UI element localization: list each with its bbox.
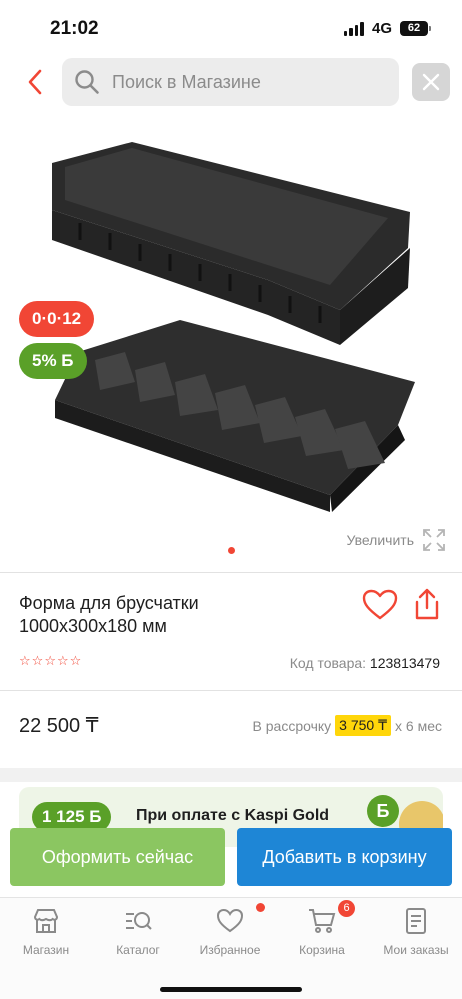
store-icon bbox=[33, 909, 59, 933]
cellular-signal-icon bbox=[343, 21, 364, 36]
home-indicator[interactable] bbox=[160, 987, 302, 992]
nav-label: Корзина bbox=[299, 943, 345, 957]
star-icon: ☆ bbox=[31, 653, 44, 668]
carousel-dot[interactable] bbox=[228, 547, 235, 554]
nav-label: Мои заказы bbox=[383, 943, 449, 957]
battery-icon: 62 bbox=[400, 21, 431, 36]
product-title-line1: Форма для брусчатки bbox=[19, 593, 199, 613]
divider bbox=[0, 572, 462, 573]
search-box[interactable] bbox=[62, 58, 399, 106]
search-input[interactable] bbox=[112, 58, 392, 106]
nav-label: Каталог bbox=[116, 943, 160, 957]
installment-info[interactable]: В рассрочку 3 750 ₸ х 6 мес bbox=[253, 715, 442, 736]
close-icon bbox=[422, 73, 440, 91]
star-icon: ☆ bbox=[19, 653, 31, 668]
expand-icon bbox=[423, 529, 445, 551]
star-icon: ☆ bbox=[69, 653, 82, 668]
nav-item-store[interactable]: Магазин bbox=[0, 906, 92, 957]
section-separator bbox=[0, 768, 462, 782]
installment-prefix: В рассрочку bbox=[252, 717, 332, 734]
nav-label: Избранное bbox=[199, 943, 261, 957]
bonus-badge: 5% Б bbox=[19, 343, 87, 379]
installment-suffix: х 6 мес bbox=[395, 717, 442, 734]
heart-icon bbox=[216, 908, 244, 933]
add-to-cart-button[interactable]: Добавить в корзину bbox=[237, 828, 452, 886]
rating-stars: ☆ ☆ ☆ ☆ ☆ bbox=[19, 654, 81, 668]
star-icon: ☆ bbox=[56, 653, 69, 668]
favorite-button[interactable] bbox=[362, 589, 398, 621]
share-button[interactable] bbox=[412, 587, 442, 621]
chevron-left-icon bbox=[28, 69, 42, 95]
share-icon bbox=[415, 588, 439, 620]
divider bbox=[0, 690, 462, 691]
back-button[interactable] bbox=[20, 66, 50, 98]
zoom-button[interactable]: Увеличить bbox=[346, 528, 446, 552]
product-image[interactable] bbox=[40, 120, 430, 520]
product-code-label: Код товара: bbox=[289, 655, 367, 671]
cart-count-badge: 6 bbox=[338, 900, 355, 917]
promo-text: При оплате с Kaspi Gold bbox=[136, 807, 330, 824]
status-indicators: 4G 62 bbox=[343, 20, 431, 37]
nav-item-catalog[interactable]: Каталог bbox=[92, 906, 184, 957]
orders-icon bbox=[406, 908, 426, 934]
network-type: 4G bbox=[371, 20, 392, 37]
star-icon: ☆ bbox=[44, 653, 56, 668]
status-bar: 21:02 4G 62 bbox=[0, 0, 462, 54]
catalog-search-icon bbox=[126, 912, 152, 930]
product-code: Код товара: 123813479 bbox=[290, 655, 440, 671]
nav-item-orders[interactable]: Мои заказы bbox=[370, 906, 462, 957]
favorites-notification-dot bbox=[256, 903, 265, 912]
bottom-nav: Магазин Каталог Избранное Корзина Мои за… bbox=[0, 897, 462, 999]
nav-item-cart[interactable]: Корзина bbox=[276, 906, 368, 957]
product-code-value: 123813479 bbox=[369, 655, 440, 671]
installment-amount: 3 750 ₸ bbox=[335, 715, 392, 736]
product-title: Форма для брусчатки 1000х300х180 мм bbox=[19, 592, 339, 638]
cart-icon bbox=[309, 909, 336, 933]
search-icon bbox=[75, 70, 99, 94]
bonus-b-icon: Б bbox=[367, 795, 399, 827]
product-title-line2: 1000х300х180 мм bbox=[19, 616, 167, 636]
zoom-label: Увеличить bbox=[346, 532, 414, 548]
nav-item-favorites[interactable]: Избранное bbox=[184, 906, 276, 957]
buy-now-button[interactable]: Оформить сейчас bbox=[10, 828, 225, 886]
price: 22 500 ₸ bbox=[19, 715, 99, 737]
close-button[interactable] bbox=[412, 63, 450, 101]
nav-label: Магазин bbox=[22, 943, 70, 957]
status-time: 21:02 bbox=[50, 18, 99, 39]
installment-badge: 0·0·12 bbox=[19, 301, 95, 337]
heart-icon bbox=[362, 589, 398, 620]
